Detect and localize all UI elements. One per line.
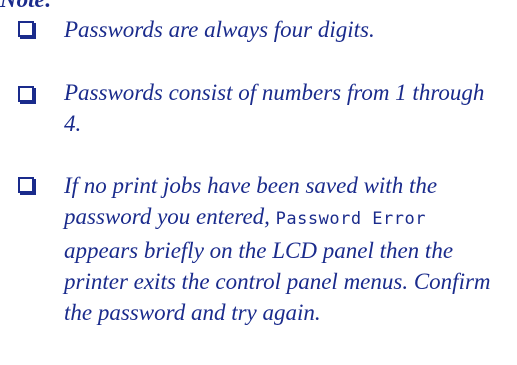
checkbox-icon (18, 86, 34, 102)
note-text: Passwords are always four digits. (64, 17, 375, 42)
note-text-after: appears briefly on the LCD panel then th… (64, 238, 491, 325)
checkbox-icon (18, 177, 34, 193)
note-text: If no print jobs have been saved with th… (64, 170, 504, 328)
note-heading: Note: (0, 0, 52, 13)
note-text: Passwords consist of numbers from 1 thro… (64, 80, 485, 136)
checkbox-icon (18, 21, 34, 37)
lcd-message: Password Error (275, 209, 426, 229)
